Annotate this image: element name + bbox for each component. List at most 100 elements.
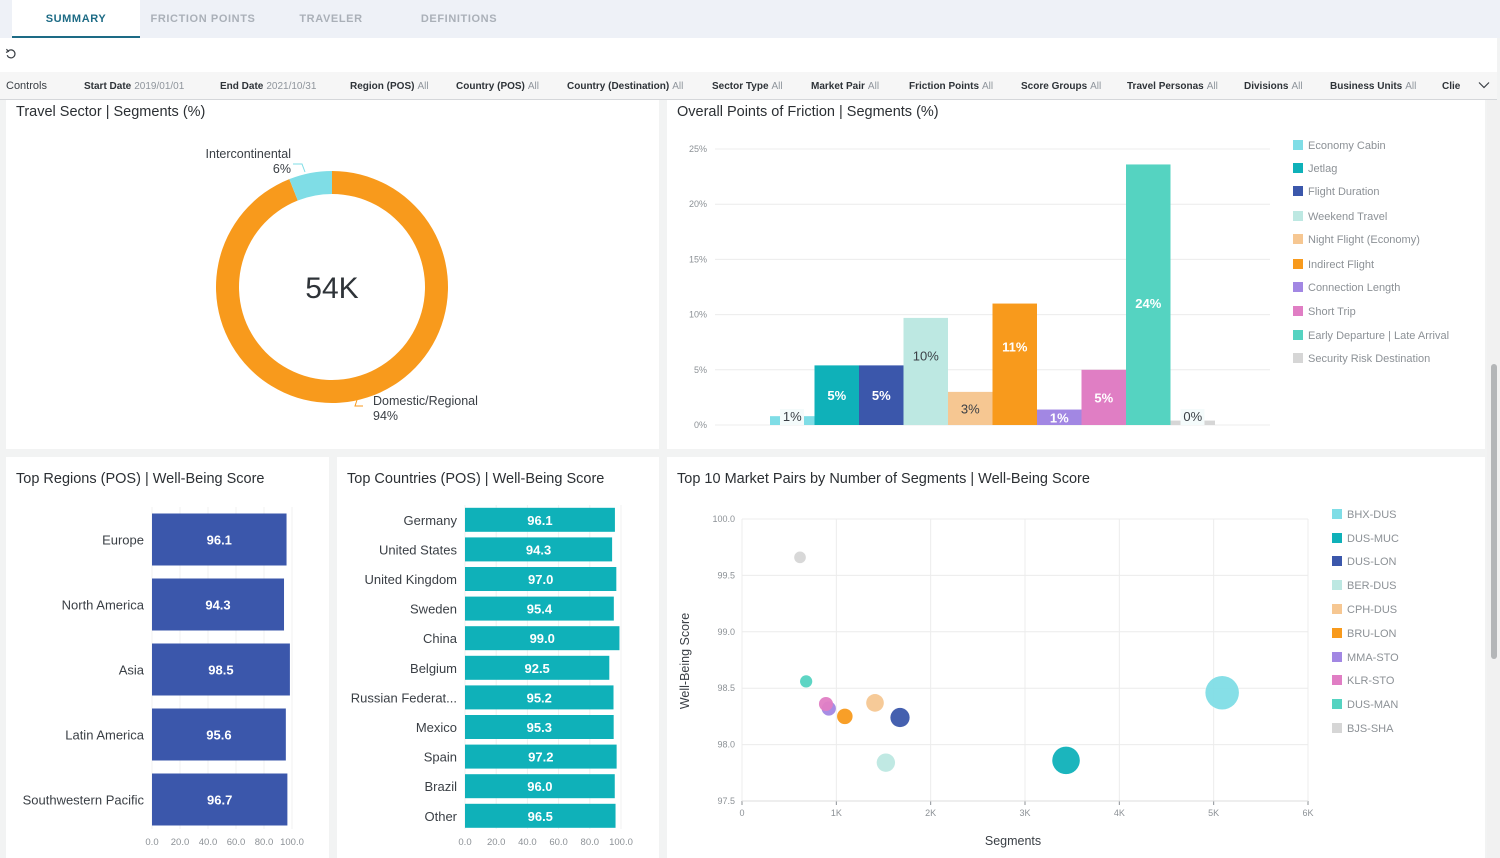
legend-item[interactable]: KLR-STO: [1332, 675, 1394, 687]
x-tick-label: 6K: [1302, 808, 1313, 818]
control-name: Sector Type: [712, 81, 769, 92]
legend-item[interactable]: Economy Cabin: [1293, 140, 1386, 152]
legend-item[interactable]: BHX-DUS: [1332, 509, 1397, 521]
tab-definitions[interactable]: DEFINITIONS: [396, 0, 522, 38]
category-label: Germany: [404, 513, 458, 528]
legend-label: Weekend Travel: [1308, 211, 1388, 223]
control-name: Divisions: [1244, 81, 1289, 92]
legend-item[interactable]: DUS-MAN: [1332, 699, 1398, 711]
legend-label: BRU-LON: [1347, 628, 1397, 640]
category-label: Brazil: [424, 779, 457, 794]
legend-label: DUS-LON: [1347, 556, 1397, 568]
scatter-point-ber-dus: [876, 753, 896, 772]
bar-indirect-flight: [992, 303, 1037, 425]
travel-sector-donut: 54K Domestic/Regional94% Intercontinental6…: [206, 147, 478, 423]
bar-value-label: 5%: [827, 388, 846, 403]
control-clie[interactable]: Clie: [1442, 81, 1460, 92]
legend-item[interactable]: Security Risk Destination: [1293, 353, 1430, 365]
control-name: Friction Points: [909, 81, 979, 92]
page-scrollbar-thumb[interactable]: [1491, 364, 1497, 659]
top-countries-panel: Top Countries (POS) | Well-Being Score 0…: [337, 457, 659, 858]
legend-swatch: [1332, 699, 1342, 709]
control-country-destination[interactable]: Country (Destination) All: [567, 81, 683, 92]
bar-value-label: 95.4: [527, 602, 553, 617]
category-label: Latin America: [65, 728, 145, 743]
scatter-point-klr-sto: [818, 696, 833, 712]
x-tick-label: 20.0: [171, 837, 190, 848]
market-pairs-scatter: 97.5 98.0 98.5 99.0 99.5 100.0 0 1K 2K 3K 4K 5K 6K Se…: [678, 514, 1314, 848]
x-tick-label: 0: [739, 808, 744, 818]
x-tick-label: 60.0: [549, 837, 568, 848]
bar-weekend-travel: [903, 317, 948, 425]
bar-value-label: 99.0: [530, 631, 555, 646]
legend-item[interactable]: CPH-DUS: [1332, 604, 1397, 616]
control-score-groups[interactable]: Score Groups All: [1021, 81, 1101, 92]
control-name: Country (POS): [456, 81, 525, 92]
scatter-point-bru-lon: [837, 708, 853, 725]
chevron-down-icon[interactable]: [1477, 78, 1491, 92]
legend-swatch: [1293, 211, 1303, 221]
market-pairs-panel: Top 10 Market Pairs by Number of Segment…: [667, 457, 1485, 858]
x-tick-label: 40.0: [518, 837, 537, 848]
scatter-point-dus-muc: [1052, 746, 1080, 775]
x-tick-label: 60.0: [227, 837, 246, 848]
legend-item[interactable]: BRU-LON: [1332, 628, 1397, 640]
control-end-date[interactable]: End Date 2021/10/31: [220, 81, 316, 92]
control-start-date[interactable]: Start Date 2019/01/01: [84, 81, 184, 92]
legend-label: Early Departure | Late Arrival: [1308, 330, 1450, 342]
control-country-pos[interactable]: Country (POS) All: [456, 81, 539, 92]
donut-center-label: 54K: [305, 272, 358, 305]
control-sector-type[interactable]: Sector Type All: [712, 81, 783, 92]
legend-swatch: [1332, 580, 1342, 590]
control-divisions[interactable]: Divisions All: [1244, 81, 1303, 92]
control-travel-personas[interactable]: Travel Personas All: [1127, 81, 1218, 92]
friction-panel: Overall Points of Friction | Segments (%…: [667, 100, 1485, 449]
legend-item[interactable]: Flight Duration: [1293, 186, 1380, 198]
controls-label: Controls: [6, 80, 47, 92]
tab-summary[interactable]: SUMMARY: [12, 0, 140, 38]
scatter-point-dus-man: [800, 675, 813, 688]
bar-value-label: 96.0: [527, 779, 552, 794]
control-name: Score Groups: [1021, 81, 1088, 92]
control-value: All: [1405, 81, 1417, 92]
scatter-point-bhx-dus: [1205, 675, 1239, 710]
control-region-pos[interactable]: Region (POS) All: [350, 81, 429, 92]
x-tick-label: 0.0: [458, 837, 471, 848]
tab-friction-points[interactable]: FRICTION POINTS: [140, 0, 266, 38]
legend-item[interactable]: Connection Length: [1293, 282, 1400, 294]
undo-icon[interactable]: [5, 48, 17, 60]
legend-item[interactable]: Weekend Travel: [1293, 211, 1387, 223]
legend-swatch: [1332, 556, 1342, 566]
legend-item[interactable]: Early Departure | Late Arrival: [1293, 330, 1449, 342]
legend-item[interactable]: Jetlag: [1293, 163, 1337, 175]
legend-item[interactable]: BER-DUS: [1332, 580, 1397, 592]
y-tick-label: 99.5: [717, 570, 735, 580]
bar-value-label: 95.3: [527, 720, 552, 735]
control-friction-points[interactable]: Friction Points All: [909, 81, 993, 92]
bar-value-label: 1%: [783, 409, 802, 424]
control-business-units[interactable]: Business Units All: [1330, 81, 1416, 92]
legend-item[interactable]: DUS-MUC: [1332, 533, 1399, 545]
legend-item[interactable]: Short Trip: [1293, 306, 1356, 318]
leader-line: [354, 399, 363, 407]
legend-item[interactable]: DUS-LON: [1332, 556, 1397, 568]
control-market-pair[interactable]: Market Pair All: [811, 81, 879, 92]
legend-item[interactable]: BJS-SHA: [1332, 723, 1393, 735]
bar-value-label: 11%: [1002, 339, 1028, 354]
bar-value-label: 10%: [913, 348, 939, 363]
x-tick-label: 100.0: [609, 837, 633, 848]
legend-label: Night Flight (Economy): [1308, 234, 1420, 246]
friction-legend: Economy Cabin Jetlag Flight Duration Weeken…: [1293, 140, 1483, 390]
legend-swatch: [1293, 282, 1303, 292]
legend-item[interactable]: Indirect Flight: [1293, 259, 1374, 271]
y-tick-label: 25%: [689, 144, 707, 154]
y-tick-label: 10%: [689, 310, 707, 320]
legend-label: BJS-SHA: [1347, 723, 1394, 735]
tab-traveler[interactable]: TRAVELER: [266, 0, 396, 38]
control-name: Market Pair: [811, 81, 865, 92]
legend-item[interactable]: MMA-STO: [1332, 652, 1399, 664]
top-countries-bar-chart: 0.0 20.0 40.0 60.0 80.0 100.0 96.1 Germany 94.3 U…: [351, 505, 633, 848]
legend-item[interactable]: Night Flight (Economy): [1293, 234, 1420, 246]
bar-value-label: 24%: [1135, 296, 1161, 311]
x-tick-label: 100.0: [280, 837, 304, 848]
